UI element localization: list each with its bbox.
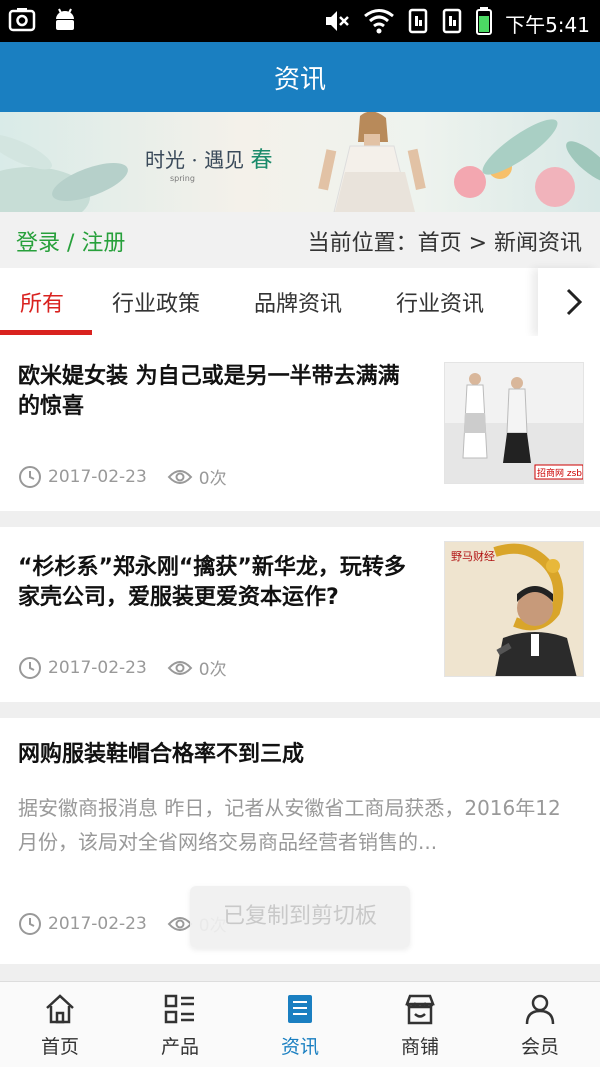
register-link[interactable]: 注册 — [81, 231, 125, 256]
user-icon — [525, 994, 555, 1025]
news-icon — [288, 995, 312, 1023]
mute-icon — [323, 7, 351, 39]
page-title: 资讯 — [273, 65, 326, 95]
clock: 下午5:41 — [505, 12, 590, 37]
banner-artwork — [0, 112, 600, 212]
android-icon — [52, 7, 78, 37]
tab-industry-news[interactable]: 行业资讯 — [396, 286, 484, 318]
nav-label: 会员 — [520, 1036, 559, 1058]
view-count: 0次 — [198, 660, 227, 680]
portrait-photo: 野马财经 — [445, 542, 583, 676]
nav-news[interactable]: 资讯 — [240, 982, 360, 1067]
news-item[interactable]: 欧米媞女装 为自己或是另一半带去满满的惊喜 2017-02-23 0次 招商网 … — [0, 336, 600, 511]
sim-signal-icon-2 — [441, 7, 463, 39]
news-item[interactable]: “杉杉系”郑永刚“擒获”新华龙，玩转多家壳公司，爱服装更爱资本运作? 2017-… — [0, 527, 600, 702]
tab-all[interactable]: 所有 — [20, 286, 64, 318]
fashion-photo: 招商网 zsb.cn — [445, 363, 584, 483]
news-meta: 2017-02-23 0次 — [18, 655, 227, 680]
auth-separator: / — [60, 231, 82, 256]
wifi-icon — [363, 7, 395, 39]
toast-message: 已复制到剪切板 — [190, 886, 410, 948]
banner-caption: spring — [170, 174, 195, 183]
news-summary: 据安徽商报消息 昨日，记者从安徽省工商局获悉，2016年12月份，该局对全省网络… — [18, 796, 561, 854]
promo-banner[interactable]: 时光 · 遇见 春 spring — [0, 112, 600, 212]
home-icon — [46, 994, 74, 1024]
category-tabs: 所有 行业政策 品牌资讯 行业资讯 — [0, 268, 600, 336]
nav-member[interactable]: 会员 — [480, 982, 600, 1067]
app-header: 资讯 — [0, 42, 600, 112]
breadcrumb-bar: 登录 / 注册 当前位置：首页 > 新闻资讯 — [0, 212, 600, 268]
list-icon — [164, 994, 194, 1024]
thumb-caption: 野马财经 — [451, 549, 495, 563]
battery-icon — [475, 6, 493, 40]
news-thumbnail[interactable]: 招商网 zsb.cn — [444, 362, 584, 484]
news-title[interactable]: 网购服装鞋帽合格率不到三成 — [18, 740, 578, 770]
nav-home[interactable]: 首页 — [0, 982, 120, 1067]
news-meta: 2017-02-23 0次 — [18, 464, 227, 489]
breadcrumb: 当前位置：首页 > 新闻资讯 — [308, 225, 582, 257]
news-date: 2017-02-23 — [48, 913, 147, 934]
nav-label: 资讯 — [280, 1036, 319, 1058]
login-link[interactable]: 登录 — [16, 231, 60, 256]
news-thumbnail[interactable]: 野马财经 — [444, 541, 584, 677]
location-label: 当前位置： — [307, 231, 418, 256]
news-title[interactable]: 欧米媞女装 为自己或是另一半带去满满的惊喜 — [18, 362, 418, 422]
nav-label: 产品 — [160, 1036, 199, 1058]
nav-products[interactable]: 产品 — [120, 982, 240, 1067]
active-tab-indicator — [0, 330, 92, 335]
clock-icon — [19, 912, 41, 935]
status-bar: 下午5:41 — [0, 0, 600, 42]
screenshot-icon — [8, 7, 36, 37]
sim-signal-icon — [407, 7, 429, 39]
nav-stores[interactable]: 商铺 — [360, 982, 480, 1067]
chevron-right-icon — [566, 288, 583, 316]
breadcrumb-path[interactable]: 首页 > 新闻资讯 — [418, 231, 582, 256]
tab-scroll-right-button[interactable] — [538, 268, 600, 336]
nav-label: 商铺 — [400, 1036, 439, 1058]
store-icon — [405, 994, 435, 1025]
clock-icon — [19, 656, 41, 679]
tab-industry-policy[interactable]: 行业政策 — [112, 286, 200, 318]
banner-headline: 时光 · 遇见 春 — [145, 148, 273, 173]
news-date: 2017-02-23 — [48, 657, 147, 678]
eye-icon — [167, 916, 193, 931]
eye-icon — [167, 660, 193, 675]
eye-icon — [167, 469, 193, 484]
tab-brand-news[interactable]: 品牌资讯 — [254, 286, 342, 318]
nav-label: 首页 — [40, 1036, 79, 1058]
news-title[interactable]: “杉杉系”郑永刚“擒获”新华龙，玩转多家壳公司，爱服装更爱资本运作? — [18, 553, 418, 613]
news-date: 2017-02-23 — [48, 466, 147, 487]
thumb-caption: 招商网 zsb.cn — [537, 467, 584, 479]
view-count: 0次 — [198, 469, 227, 489]
clock-icon — [19, 465, 41, 488]
auth-links: 登录 / 注册 — [16, 225, 125, 257]
bottom-navigation: 首页 产品 资讯 商铺 会员 — [0, 981, 600, 1067]
